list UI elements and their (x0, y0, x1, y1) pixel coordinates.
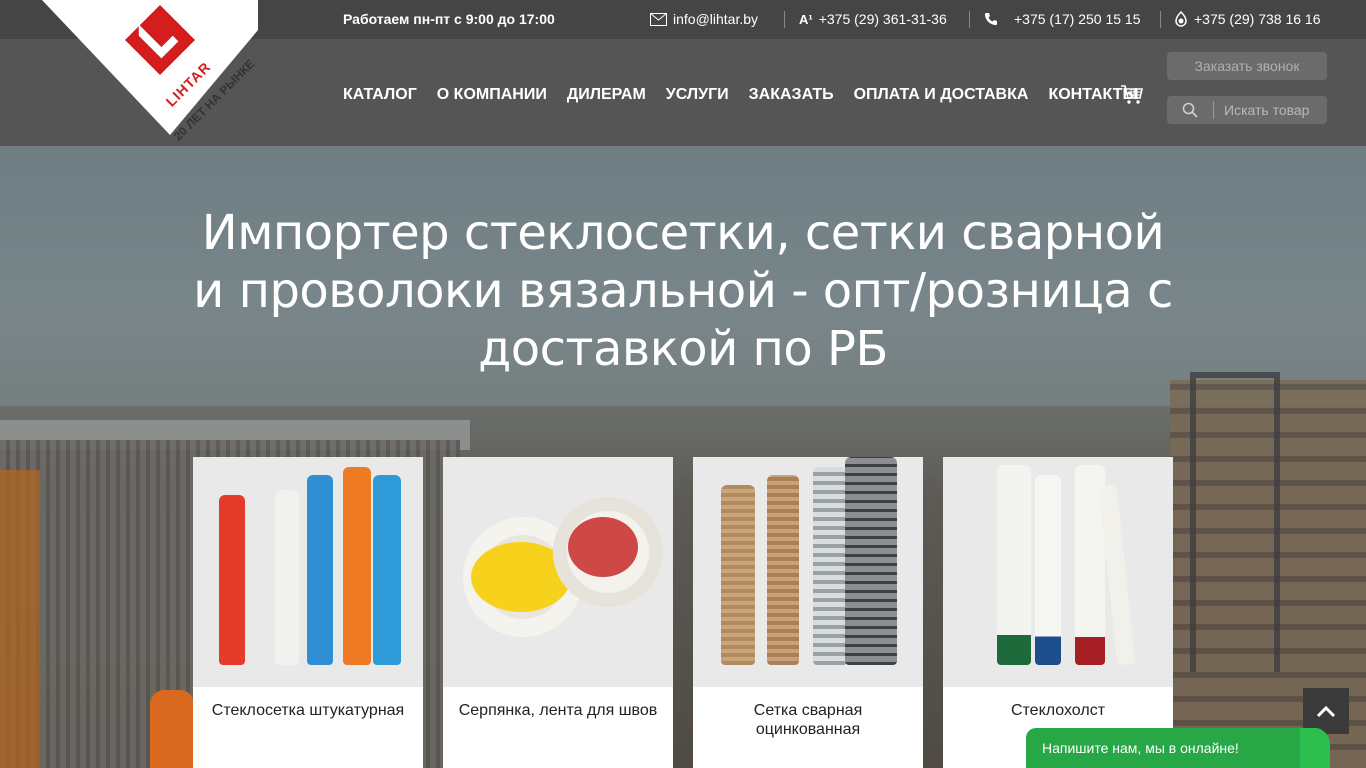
product-label: Серпянка, лента для швов (458, 702, 658, 719)
phone-icon (985, 13, 997, 25)
phone-city-text: +375 (17) 250 15 15 (1014, 11, 1141, 27)
product-label: Сетка сварная оцинкованная (753, 702, 863, 738)
product-card-fiberglass-mesh[interactable]: Стеклосетка штукатурная (193, 457, 423, 768)
envelope-icon (650, 12, 667, 26)
product-image (443, 457, 673, 687)
nav-dealers[interactable]: ДИЛЕРАМ (567, 86, 646, 104)
nav-about[interactable]: О КОМПАНИИ (437, 86, 547, 104)
product-card-welded-mesh[interactable]: Сетка сварная оцинкованная (693, 457, 923, 768)
nav-services[interactable]: УСЛУГИ (666, 86, 729, 104)
product-image (693, 457, 923, 687)
hero-headline: Импортер стеклосетки, сетки сварной и пр… (193, 205, 1173, 377)
a1-operator-icon: A¹ (799, 11, 813, 27)
online-chat-widget[interactable]: Напишите нам, мы в онлайне! (1026, 728, 1326, 768)
product-label: Стеклохолст (1010, 702, 1106, 719)
request-call-button[interactable]: Заказать звонок (1167, 52, 1327, 80)
hero-forklift (1190, 372, 1280, 672)
nav-catalog[interactable]: КАТАЛОГ (343, 86, 417, 104)
cart-icon[interactable] (1120, 83, 1144, 107)
chat-text: Напишите нам, мы в онлайне! (1042, 740, 1239, 756)
nav-order[interactable]: ЗАКАЗАТЬ (749, 86, 834, 104)
search-box (1167, 96, 1327, 124)
nav-payment-delivery[interactable]: ОПЛАТА И ДОСТАВКА (854, 86, 1029, 104)
search-input[interactable] (1214, 102, 1326, 118)
phone-a1-contact[interactable]: A¹ +375 (29) 361-31-36 (799, 11, 947, 27)
email-text: info@lihtar.by (673, 11, 759, 27)
logo[interactable]: LIHTAR 20 ЛЕТ НА РЫНКЕ (0, 0, 290, 150)
divider (1160, 11, 1161, 28)
product-card-serpyanka-tape[interactable]: Серпянка, лента для швов (443, 457, 673, 768)
hero-orange-panel (0, 470, 40, 768)
chat-bubble-icon[interactable] (1300, 728, 1330, 768)
phone-a1-text: +375 (29) 361-31-36 (818, 11, 947, 27)
divider (784, 11, 785, 28)
working-hours: Работаем пн-пт с 9:00 до 17:00 (343, 11, 555, 27)
main-navigation: КАТАЛОГ О КОМПАНИИ ДИЛЕРАМ УСЛУГИ ЗАКАЗА… (343, 86, 1138, 104)
email-contact[interactable]: info@lihtar.by (650, 11, 758, 27)
divider (969, 11, 970, 28)
product-label: Стеклосетка штукатурная (211, 702, 405, 719)
product-image (943, 457, 1173, 687)
search-icon[interactable] (1167, 102, 1213, 118)
hero-worker (150, 690, 194, 768)
phone-mts-contact[interactable]: +375 (29) 738 16 16 (1174, 11, 1321, 27)
product-image (193, 457, 423, 687)
product-card-fiberglass-cloth[interactable]: Стеклохолст (943, 457, 1173, 768)
mts-operator-icon (1175, 11, 1187, 27)
chevron-up-icon (1316, 705, 1336, 718)
phone-mts-text: +375 (29) 738 16 16 (1194, 11, 1321, 27)
phone-city-contact[interactable]: +375 (17) 250 15 15 (984, 11, 1141, 27)
